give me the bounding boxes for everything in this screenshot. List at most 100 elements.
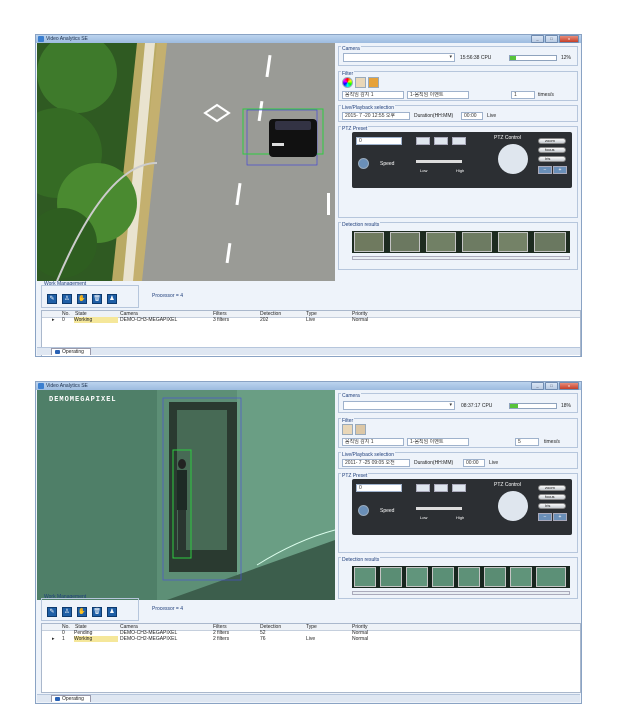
detection-thumbnail[interactable] [354,567,376,587]
plus-button[interactable]: + [553,513,567,521]
title-bar[interactable]: Video Analytics SE _ □ x [36,35,581,43]
cpu-usage-bar [509,403,557,409]
close-button[interactable]: x [559,35,579,43]
work-management-area: Work Management ✎ ♙ ✋ 🗑 ♟ Processor = 4 … [37,281,581,356]
camera-select[interactable]: ▾ [343,53,455,62]
maximize-button[interactable]: □ [545,382,558,390]
person-filter-icon[interactable] [342,424,353,435]
color-wheel-icon[interactable] [342,77,353,88]
clock-cpu-text: 15:56:38 CPU [460,55,492,61]
detection-thumbnail-strip[interactable] [352,566,570,588]
ptz-preset-select[interactable]: 0 [356,137,402,145]
camera-group: Camera ▾ 15:56:38 CPU 12% [338,46,578,66]
camera-select[interactable]: ▾ [343,401,455,410]
rotate-icon[interactable] [434,137,448,145]
detection-thumbnail[interactable] [390,232,420,252]
date-picker[interactable]: 2011- 7 -25 09:05 오전 [342,459,410,467]
video-view[interactable] [37,43,335,281]
detection-scrollbar[interactable] [352,256,570,260]
camera-group: Camera ▾ 08:37:17 CPU 18% [338,393,578,413]
minimize-button[interactable]: _ [531,382,544,390]
focus-toggle[interactable]: focus [538,147,566,153]
camera-home-icon[interactable] [358,505,369,516]
detection-thumbnail-strip[interactable] [352,231,570,253]
camera-home-icon[interactable] [358,158,369,169]
detection-thumbnail[interactable] [432,567,454,587]
close-button[interactable]: x [559,382,579,390]
duration-input[interactable]: 00:00 [461,112,483,120]
snapshot-icon[interactable] [416,484,430,492]
minus-button[interactable]: − [538,513,552,521]
focus-toggle[interactable]: focus [538,494,566,500]
detection-thumbnail[interactable] [536,567,566,587]
duration-input[interactable]: 00:00 [463,459,485,467]
table-row[interactable]: ▸ 0 Working DEMO-CH3-MEGAPIXEL 3 filters… [42,317,580,323]
detection-thumbnail[interactable] [458,567,480,587]
minus-button[interactable]: − [538,166,552,174]
hand-icon[interactable]: ✋ [77,294,87,304]
person-filter-icon[interactable] [355,77,366,88]
person-icon[interactable]: ♙ [62,607,72,617]
crowd-filter-icon[interactable] [368,77,379,88]
users-icon[interactable]: ♟ [107,294,117,304]
edit-icon[interactable]: ✎ [47,294,57,304]
users-icon[interactable]: ♟ [107,607,117,617]
ptz-preset-select[interactable]: 0 [356,484,402,492]
hand-icon[interactable]: ✋ [77,607,87,617]
tab-operating[interactable]: Operating [51,348,91,355]
detection-thumbnail[interactable] [406,567,428,587]
trash-icon[interactable] [452,484,466,492]
iris-toggle[interactable]: Iris [538,156,566,162]
live-playback-group: Live/Playback selection 2011- 7 -25 09:0… [338,452,578,469]
filter-spin-input[interactable]: 5 [515,438,539,446]
ptz-direction-pad[interactable] [498,491,528,521]
detection-thumbnail[interactable] [354,232,384,252]
detection-thumbnail[interactable] [462,232,492,252]
filter-select-2[interactable]: 1-움직임 이벤트 [407,438,469,446]
video-view[interactable]: DEMOMEGAPIXEL [37,390,335,600]
mode-text: Live [487,113,497,119]
app-icon [38,383,44,389]
detection-thumbnail[interactable] [510,567,532,587]
rotate-icon[interactable] [434,484,448,492]
snapshot-icon[interactable] [416,137,430,145]
tab-operating-label: Operating [62,349,84,355]
trash-icon[interactable] [452,137,466,145]
mode-text: Live [489,460,499,466]
filter-select-2[interactable]: 1-움직임 이벤트 [407,91,469,99]
delete-icon[interactable]: 🗑 [92,607,102,617]
zoom-toggle[interactable]: zoom [538,138,566,144]
tab-operating[interactable]: Operating [51,695,91,702]
speed-slider[interactable] [416,507,462,510]
app-icon [38,36,44,42]
cell-state: Working [74,317,118,323]
ptz-direction-pad[interactable] [498,144,528,174]
filter-unit: times/s [544,439,560,445]
detection-thumbnail[interactable] [426,232,456,252]
detection-thumbnail[interactable] [498,232,528,252]
person-filter-icon[interactable] [355,424,366,435]
minimize-button[interactable]: _ [531,35,544,43]
filter-select-1[interactable]: 움직임 감지 1 [342,91,404,99]
title-bar[interactable]: Video Analytics SE _ □ x [36,382,581,390]
speed-slider[interactable] [416,160,462,163]
detection-thumbnail[interactable] [484,567,506,587]
delete-icon[interactable]: 🗑 [92,294,102,304]
person-icon[interactable]: ♙ [62,294,72,304]
edit-icon[interactable]: ✎ [47,607,57,617]
detection-thumbnail[interactable] [534,232,566,252]
plus-button[interactable]: + [553,166,567,174]
detection-results-group: Detection results [338,557,578,599]
status-bar: Operating [37,694,580,702]
cell-priority: Normal [352,317,369,323]
filter-spin-input[interactable]: 1 [511,91,535,99]
work-toolbar: ✎ ♙ ✋ 🗑 ♟ [41,285,139,308]
office-scene [37,390,335,600]
maximize-button[interactable]: □ [545,35,558,43]
filter-select-1[interactable]: 움직임 감지 1 [342,438,404,446]
date-picker[interactable]: 2015- 7 -20 12:55 오후 [342,112,410,120]
table-row[interactable]: ▸ 1 Working DEMO-CH2-MEGAPIXEL 2 filters… [42,636,580,642]
iris-toggle[interactable]: Iris [538,503,566,509]
detection-thumbnail[interactable] [380,567,402,587]
zoom-toggle[interactable]: zoom [538,485,566,491]
